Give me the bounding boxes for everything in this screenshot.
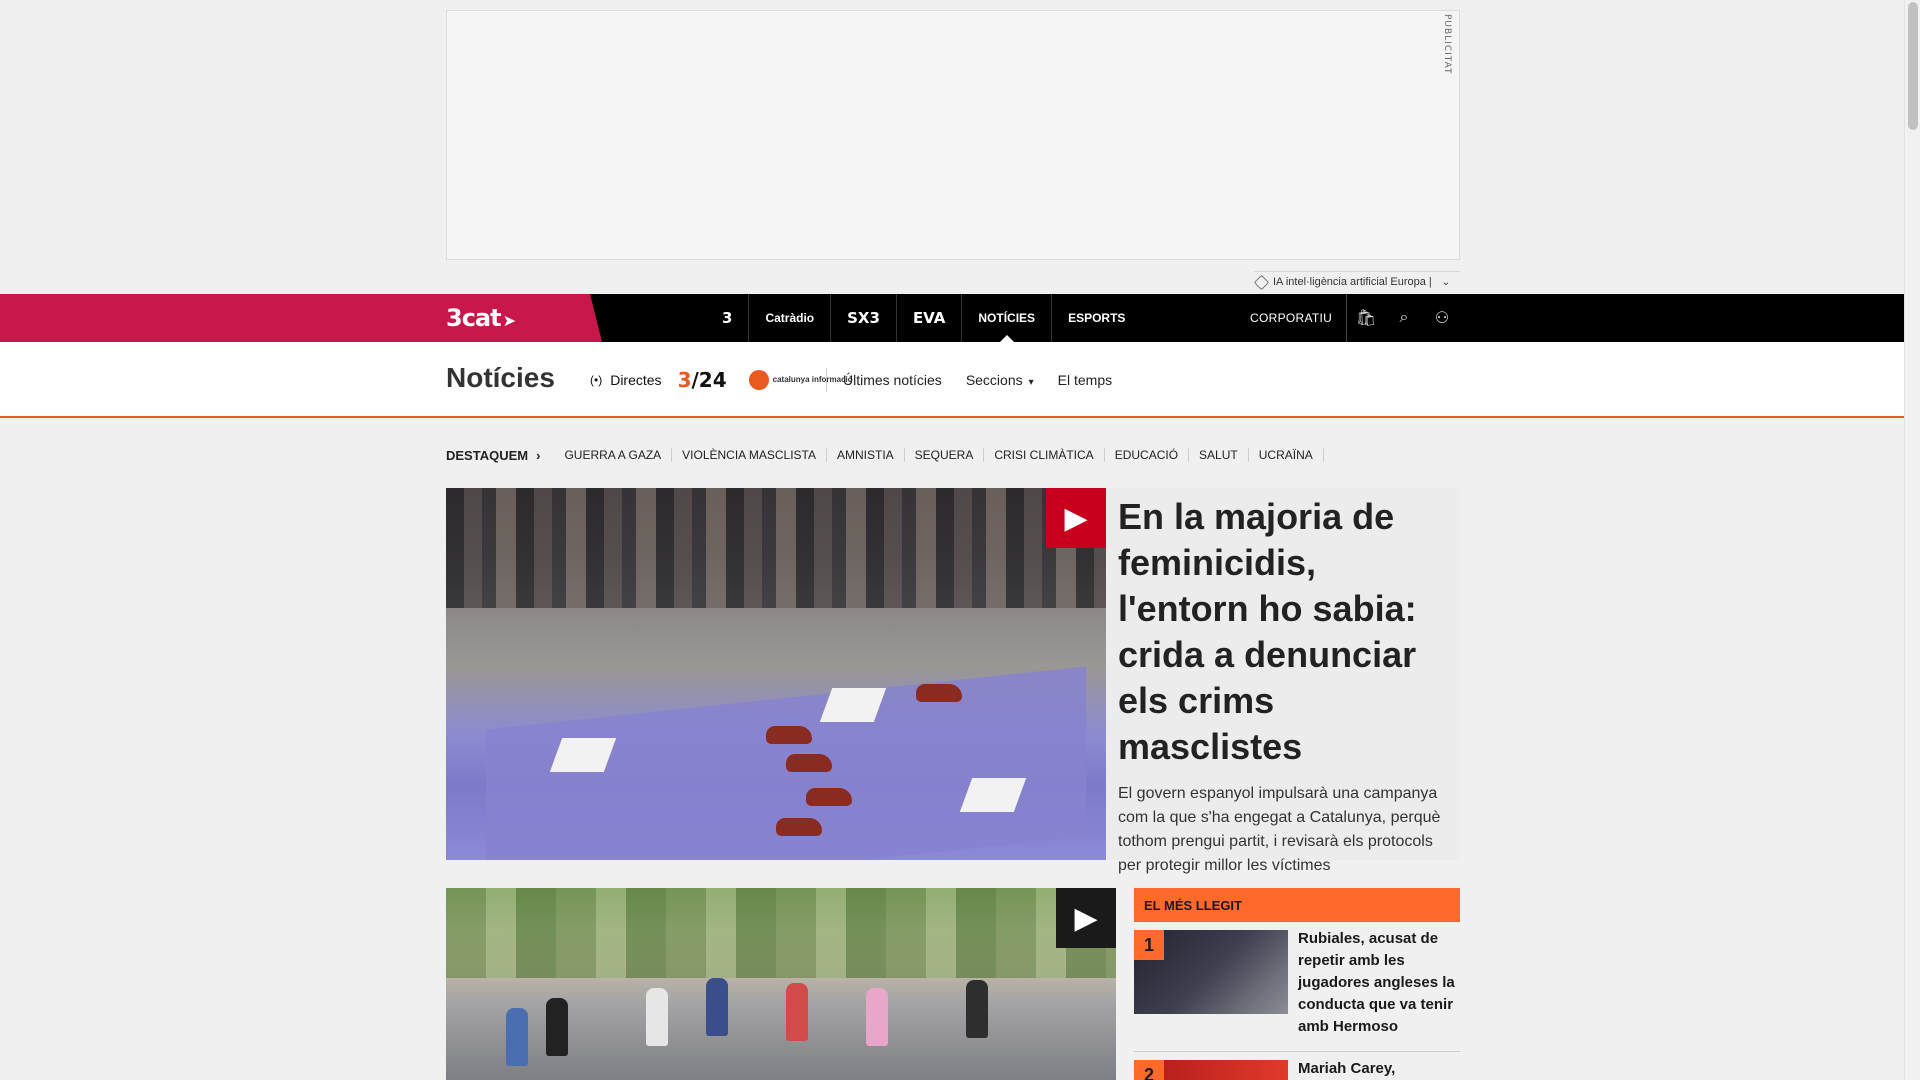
list-item[interactable]: 1 Rubiales, acusat de repetir amb les ju…	[1134, 922, 1460, 1052]
topic-tag[interactable]: EDUCACIÓ	[1105, 448, 1190, 462]
user-icon[interactable]: ⚇	[1432, 308, 1452, 328]
live-broadcast-icon: (•)	[590, 373, 603, 387]
section-navigation: Notícies (•) Directes 3/24 catalunya inf…	[0, 342, 1904, 418]
most-read-panel: EL MÉS LLEGIT 1 Rubiales, acusat de repe…	[1134, 888, 1460, 1080]
latest-news-link[interactable]: Últimes notícies	[843, 372, 942, 388]
logo-324[interactable]: 3/24	[678, 368, 727, 392]
ai-tag-text: IA intel·ligència artificial Europa |	[1273, 276, 1432, 288]
chevron-right-icon: ›	[536, 447, 541, 463]
channel-sx3[interactable]: SX3	[831, 294, 897, 342]
image-detail	[916, 684, 962, 702]
channel-esports[interactable]: ESPORTS	[1052, 294, 1141, 342]
shop-bag-icon[interactable]: 🛍	[1356, 308, 1376, 328]
most-read-heading: EL MÉS LLEGIT	[1134, 888, 1460, 922]
image-detail	[806, 788, 852, 806]
search-icon[interactable]: ⌕	[1394, 308, 1414, 328]
image-detail	[966, 980, 988, 1038]
channel-noticies[interactable]: NOTÍCIES	[962, 294, 1053, 342]
ai-topic-tag[interactable]: IA intel·ligència artificial Europa | ⌄	[1253, 271, 1460, 292]
image-detail	[646, 988, 668, 1046]
topic-tag[interactable]: AMNISTIA	[827, 448, 905, 462]
catinfo-dot-icon	[748, 370, 769, 390]
3cat-logo[interactable]: 3cat ➤	[446, 304, 516, 332]
hero-image[interactable]: ▶	[446, 488, 1106, 860]
corporate-link[interactable]: CORPORATIU	[1250, 294, 1348, 342]
image-detail	[546, 998, 568, 1056]
rank-badge: 2	[1134, 1060, 1164, 1080]
ad-label: PUBLICITAT	[1442, 14, 1452, 75]
tag-icon	[1253, 274, 1270, 290]
image-detail	[446, 488, 1106, 608]
live-group: (•) Directes 3/24 catalunya informació	[590, 342, 853, 418]
scrollbar-thumb[interactable]	[1908, 2, 1918, 130]
list-item[interactable]: 2 Mariah Carey,	[1134, 1052, 1460, 1080]
top-icons: 🛍 ⌕ ⚇	[1356, 294, 1452, 342]
image-detail	[446, 888, 1116, 978]
channel-list: 3 Catràdio SX3 EVA NOTÍCIES ESPORTS	[706, 294, 1141, 342]
article-title[interactable]: Mariah Carey,	[1298, 1058, 1395, 1080]
hero-text: En la majoria de feminicidis, l'entorn h…	[1118, 494, 1448, 878]
chevron-down-icon: ▾	[1028, 377, 1034, 388]
advertisement-slot[interactable]	[446, 10, 1460, 260]
image-detail	[506, 1008, 528, 1066]
topic-tag[interactable]: SEQUERA	[905, 448, 985, 462]
article-image[interactable]: ▶	[446, 888, 1116, 1080]
article-title[interactable]: Rubiales, acusat de repetir amb les juga…	[1298, 928, 1458, 1038]
rank-badge: 1	[1134, 930, 1164, 960]
image-detail	[786, 754, 832, 772]
chevron-down-icon: ⌄	[1441, 276, 1451, 288]
play-icon[interactable]: ▶	[1046, 488, 1106, 548]
section-title[interactable]: Notícies	[446, 362, 555, 394]
topic-tag[interactable]: VIOLÈNCIA MASCLISTA	[672, 448, 827, 462]
weather-link[interactable]: El temps	[1058, 372, 1112, 388]
image-detail	[776, 818, 822, 836]
topic-tag[interactable]: SALUT	[1189, 448, 1249, 462]
channel-catradio[interactable]: Catràdio	[749, 294, 832, 342]
image-detail	[706, 978, 728, 1036]
topic-tag[interactable]: CRISI CLIMÀTICA	[984, 448, 1105, 462]
image-detail	[866, 988, 888, 1046]
section-links: Últimes notícies Seccions ▾ El temps	[826, 342, 1136, 418]
live-link[interactable]: Directes	[610, 372, 661, 388]
hero-summary: El govern espanyol impulsarà una campany…	[1118, 785, 1441, 874]
featured-heading[interactable]: DESTAQUEM ›	[446, 448, 540, 463]
channel-tv3[interactable]: 3	[706, 294, 750, 342]
play-icon[interactable]: ▶	[1056, 888, 1116, 948]
hero-headline[interactable]: En la majoria de feminicidis, l'entorn h…	[1118, 494, 1448, 770]
divider	[826, 368, 827, 392]
topic-tag[interactable]: UCRAÏNA	[1249, 448, 1324, 462]
channel-eva[interactable]: EVA	[897, 294, 963, 342]
top-navigation-bar: 3cat ➤ 3 Catràdio SX3 EVA NOTÍCIES ESPORT…	[0, 294, 1904, 342]
sections-dropdown[interactable]: Seccions ▾	[966, 372, 1034, 388]
image-detail	[786, 983, 808, 1041]
image-detail	[766, 726, 812, 744]
vertical-scrollbar[interactable]	[1904, 0, 1920, 1080]
hero-article[interactable]: ▶ En la majoria de feminicidis, l'entorn…	[446, 488, 1460, 874]
topic-tag[interactable]: GUERRA A GAZA	[554, 448, 673, 462]
featured-topics: DESTAQUEM › GUERRA A GAZA VIOLÈNCIA MASCL…	[446, 444, 1324, 466]
